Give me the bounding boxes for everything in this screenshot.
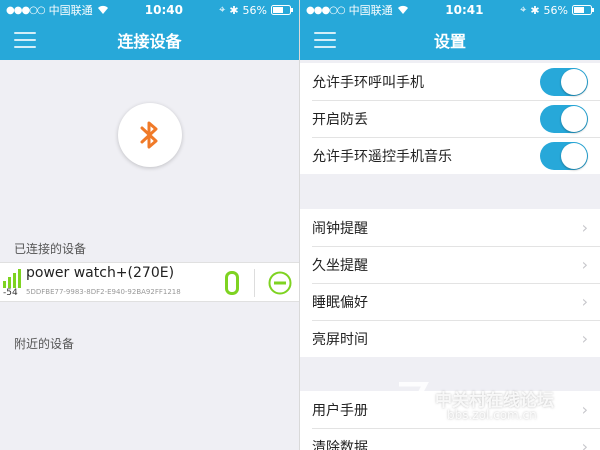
nav-bar: 连接设备 bbox=[0, 20, 299, 60]
wifi-icon bbox=[397, 5, 408, 15]
device-id: 5DDFBE77-9983-8DF2-E940-92BA92FF1218 bbox=[26, 288, 181, 296]
location-icon: ⌖ bbox=[520, 3, 527, 16]
bluetooth-status-icon: ✱ bbox=[229, 3, 239, 17]
menu-item-alarm[interactable]: 闹钟提醒 › bbox=[300, 209, 600, 246]
battery-icon bbox=[271, 5, 293, 15]
signal-dots-icon: ●●●○○ bbox=[6, 4, 46, 16]
page-title: 设置 bbox=[433, 32, 466, 51]
nav-bar: 设置 bbox=[300, 20, 600, 60]
bluetooth-scan-button[interactable] bbox=[118, 103, 182, 167]
chevron-right-icon: › bbox=[581, 437, 588, 450]
chevron-right-icon: › bbox=[581, 400, 588, 419]
toggle-label: 允许手环呼叫手机 bbox=[312, 74, 424, 91]
carrier-label: 中国联通 bbox=[348, 4, 393, 17]
toggle-label: 允许手环遥控手机音乐 bbox=[312, 148, 452, 165]
menu-group-2: 用户手册 › 清除数据 › bbox=[300, 391, 600, 450]
menu-item-clear-data[interactable]: 清除数据 › bbox=[300, 428, 600, 450]
toggle-row-anti-lost: 开启防丢 bbox=[300, 100, 600, 137]
menu-item-manual[interactable]: 用户手册 › bbox=[300, 391, 600, 428]
chevron-right-icon: › bbox=[581, 329, 588, 348]
connected-section-label: 已连接的设备 bbox=[14, 242, 87, 256]
menu-item-sleep[interactable]: 睡眠偏好 › bbox=[300, 283, 600, 320]
signal-strength-icon bbox=[3, 269, 21, 288]
chevron-right-icon: › bbox=[581, 255, 588, 274]
menu-item-screen-time[interactable]: 亮屏时间 › bbox=[300, 320, 600, 357]
settings-screen: ●●●○○ 中国联通 10:41 ⌖ ✱ 56% 设置 允许手环呼叫手机 开启防… bbox=[300, 0, 600, 450]
location-icon: ⌖ bbox=[219, 3, 226, 16]
signal-dots-icon: ●●●○○ bbox=[306, 4, 346, 16]
device-battery-icon bbox=[225, 271, 239, 295]
battery-icon bbox=[572, 5, 594, 15]
menu-item-label: 用户手册 bbox=[312, 402, 368, 419]
status-time: 10:40 bbox=[144, 3, 183, 17]
menu-group-1: 闹钟提醒 › 久坐提醒 › 睡眠偏好 › 亮屏时间 › bbox=[300, 209, 600, 357]
bluetooth-status-icon: ✱ bbox=[530, 3, 540, 17]
menu-button[interactable] bbox=[14, 32, 36, 48]
chevron-right-icon: › bbox=[581, 218, 588, 237]
wifi-icon bbox=[97, 5, 108, 15]
battery-percent: 56% bbox=[543, 3, 568, 17]
toggle-row-call-phone: 允许手环呼叫手机 bbox=[300, 63, 600, 100]
disconnect-icon[interactable] bbox=[268, 271, 292, 295]
menu-item-label: 清除数据 bbox=[312, 439, 368, 450]
menu-button[interactable] bbox=[314, 32, 336, 48]
menu-item-label: 久坐提醒 bbox=[312, 257, 368, 274]
screenshot-pair: ●●●○○ 中国联通 10:40 ⌖ ✱ 56% 连接设备 已连接的设备 -54… bbox=[0, 0, 600, 450]
bluetooth-icon bbox=[140, 121, 158, 149]
menu-item-label: 睡眠偏好 bbox=[312, 294, 368, 311]
status-bar: ●●●○○ 中国联通 10:40 ⌖ ✱ 56% bbox=[0, 0, 299, 20]
menu-item-sedentary[interactable]: 久坐提醒 › bbox=[300, 246, 600, 283]
toggle-row-music-control: 允许手环遥控手机音乐 bbox=[300, 137, 600, 174]
carrier-label: 中国联通 bbox=[48, 4, 93, 17]
music-control-toggle[interactable] bbox=[540, 141, 588, 170]
divider bbox=[254, 269, 255, 297]
battery-percent: 56% bbox=[242, 3, 267, 17]
toggle-group: 允许手环呼叫手机 开启防丢 允许手环遥控手机音乐 bbox=[300, 63, 600, 174]
page-title: 连接设备 bbox=[117, 32, 182, 51]
connected-device-row[interactable]: -54 power watch+(270E) 5DDFBE77-9983-8DF… bbox=[0, 262, 299, 302]
rssi-value: -54 bbox=[3, 288, 18, 298]
device-name: power watch+(270E) bbox=[26, 265, 175, 281]
menu-item-label: 闹钟提醒 bbox=[312, 220, 368, 237]
call-phone-toggle[interactable] bbox=[540, 67, 588, 96]
status-bar: ●●●○○ 中国联通 10:41 ⌖ ✱ 56% bbox=[300, 0, 600, 20]
connect-device-screen: ●●●○○ 中国联通 10:40 ⌖ ✱ 56% 连接设备 已连接的设备 -54… bbox=[0, 0, 300, 450]
chevron-right-icon: › bbox=[581, 292, 588, 311]
nearby-section-label: 附近的设备 bbox=[14, 337, 75, 351]
menu-item-label: 亮屏时间 bbox=[312, 331, 368, 348]
toggle-label: 开启防丢 bbox=[312, 111, 368, 128]
status-time: 10:41 bbox=[445, 3, 484, 17]
anti-lost-toggle[interactable] bbox=[540, 104, 588, 133]
